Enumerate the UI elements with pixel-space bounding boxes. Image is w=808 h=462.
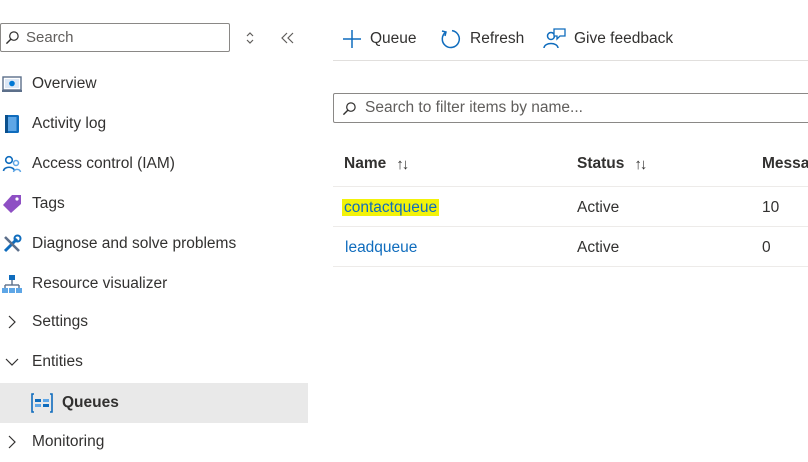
sort-icon: ↑↓ xyxy=(396,155,409,173)
chevron-down-icon xyxy=(0,357,24,367)
sidebar-item-label: Resource visualizer xyxy=(32,275,168,292)
sidebar-group-monitoring[interactable]: Monitoring xyxy=(0,422,308,462)
refresh-label: Refresh xyxy=(470,30,525,47)
search-icon xyxy=(5,30,20,45)
chevron-right-icon xyxy=(0,435,24,449)
sort-icon: ↑↓ xyxy=(634,155,647,173)
sidebar-item-label: Access control (IAM) xyxy=(32,155,175,172)
sidebar-item-tags[interactable]: Tags xyxy=(0,184,308,224)
column-header-status[interactable]: Status ↑↓ xyxy=(577,155,647,173)
expand-collapse-toggle-icon[interactable] xyxy=(243,30,257,51)
column-header-messages-label: Messa xyxy=(762,155,808,172)
queue-name-link[interactable]: contactqueue xyxy=(342,199,440,217)
give-feedback-label: Give feedback xyxy=(574,30,674,47)
toolbar-divider xyxy=(333,60,808,61)
plus-icon xyxy=(343,30,361,48)
add-queue-button[interactable]: Queue xyxy=(342,24,417,54)
collapse-sidebar-icon[interactable] xyxy=(280,31,296,50)
overview-icon xyxy=(0,72,24,96)
sidebar-search-input[interactable]: Search xyxy=(0,23,230,52)
sidebar-item-diagnose[interactable]: Diagnose and solve problems xyxy=(0,224,308,264)
filter-search-input[interactable]: Search to filter items by name... xyxy=(333,93,808,123)
refresh-icon xyxy=(441,29,461,49)
column-header-status-label: Status xyxy=(577,155,625,172)
queue-status: Active xyxy=(577,199,620,216)
people-icon xyxy=(0,152,24,176)
sidebar-item-label: Activity log xyxy=(32,115,107,132)
sidebar-group-label: Settings xyxy=(32,313,89,330)
table-row[interactable]: leadqueue Active 0 xyxy=(333,227,808,266)
add-queue-label: Queue xyxy=(370,30,417,47)
queue-name-highlight: contactqueue xyxy=(342,199,440,216)
column-header-name[interactable]: Name ↑↓ xyxy=(344,155,409,173)
queue-message-count: 0 xyxy=(762,239,771,256)
sidebar-item-overview[interactable]: Overview xyxy=(0,64,308,104)
sidebar-group-label: Entities xyxy=(32,353,83,370)
queue-status: Active xyxy=(577,239,620,256)
activity-log-icon xyxy=(0,112,24,136)
table-row[interactable]: contactqueue Active 10 xyxy=(333,187,808,226)
sidebar-group-entities[interactable]: Entities xyxy=(0,342,308,382)
queue-name-link[interactable]: leadqueue xyxy=(345,239,417,257)
sidebar-group-settings[interactable]: Settings xyxy=(0,302,308,342)
sidebar-item-label: Tags xyxy=(32,195,65,212)
tag-icon xyxy=(0,192,24,216)
search-icon xyxy=(342,101,357,116)
wrench-screwdriver-icon xyxy=(0,232,24,256)
column-header-name-label: Name xyxy=(344,155,387,172)
filter-placeholder: Search to filter items by name... xyxy=(365,99,583,116)
feedback-icon xyxy=(543,28,566,49)
sidebar-item-activity-log[interactable]: Activity log xyxy=(0,104,308,144)
sidebar-item-queues[interactable]: Queues xyxy=(0,383,308,423)
sidebar-item-label: Overview xyxy=(32,75,97,92)
sidebar-group-label: Monitoring xyxy=(32,433,105,450)
queue-message-count: 10 xyxy=(762,199,780,216)
row-divider xyxy=(333,266,808,267)
sidebar-item-label: Queues xyxy=(62,394,119,411)
sidebar-item-resource-visualizer[interactable]: Resource visualizer xyxy=(0,264,308,304)
give-feedback-button[interactable]: Give feedback xyxy=(543,24,673,54)
column-header-messages[interactable]: Messa xyxy=(762,155,808,173)
sidebar-search-placeholder: Search xyxy=(26,29,74,46)
hierarchy-icon xyxy=(0,272,24,296)
queue-icon xyxy=(31,393,53,413)
refresh-button[interactable]: Refresh xyxy=(440,24,524,54)
sidebar-item-access-control[interactable]: Access control (IAM) xyxy=(0,144,308,184)
sidebar-item-label: Diagnose and solve problems xyxy=(32,235,237,252)
chevron-right-icon xyxy=(0,315,24,329)
